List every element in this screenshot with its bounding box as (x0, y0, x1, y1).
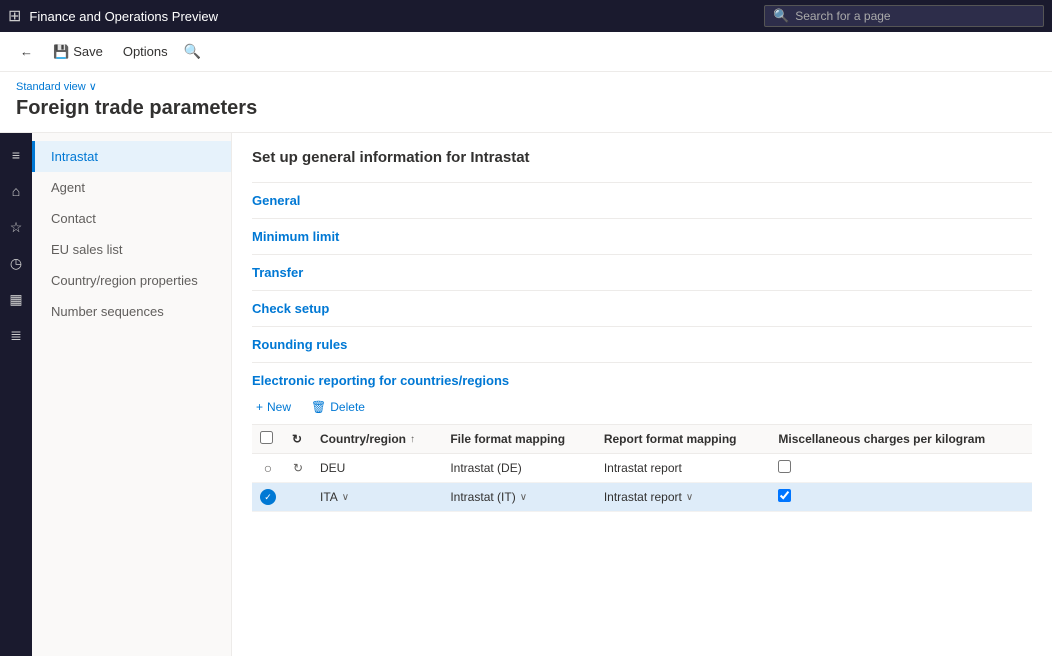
sidebar-icon-modules[interactable]: ≣ (2, 321, 30, 349)
row-file-format-1: Intrastat (DE) (442, 454, 595, 483)
content-header: Set up general information for Intrastat (252, 149, 1032, 166)
page-title: Foreign trade parameters (16, 97, 1036, 120)
search-icon: 🔍 (773, 8, 789, 24)
search-input[interactable] (795, 9, 1035, 23)
icon-sidebar: ≡ ⌂ ☆ ◷ ▦ ≣ (0, 133, 32, 656)
refresh-icon: ↻ (292, 432, 302, 446)
er-section-title: Electronic reporting for countries/regio… (252, 373, 1032, 388)
row-misc-1[interactable] (770, 454, 1032, 483)
row-report-format-2[interactable]: Intrastat report ∨ (596, 483, 771, 512)
delete-icon: 🗑 (311, 400, 326, 414)
sidebar-item-intrastat[interactable]: Intrastat (32, 141, 231, 172)
table-toolbar: + New 🗑 Delete (252, 398, 1032, 416)
section-check-setup[interactable]: Check setup (252, 290, 1032, 326)
sidebar-item-contact[interactable]: Contact (32, 203, 231, 234)
chevron-down-icon: ∨ (520, 492, 527, 503)
misc-charges-checkbox-2[interactable] (778, 489, 791, 502)
grid-icon[interactable]: ⊞ (8, 6, 21, 26)
table-row[interactable]: ✓ ITA ∨ Intrastat (IT) ∨ (252, 483, 1032, 512)
top-bar: ⊞ Finance and Operations Preview 🔍 (0, 0, 1052, 32)
section-transfer[interactable]: Transfer (252, 254, 1032, 290)
misc-charges-checkbox-1[interactable] (778, 460, 791, 473)
row-refresh-1[interactable]: ↻ (284, 454, 312, 483)
standard-view-selector[interactable]: Standard view ∨ (16, 80, 1036, 93)
sidebar-item-agent[interactable]: Agent (32, 172, 231, 203)
main-layout: ≡ ⌂ ☆ ◷ ▦ ≣ Intrastat Agent Contact EU s… (0, 133, 1052, 656)
sidebar-icon-home[interactable]: ⌂ (2, 177, 30, 205)
th-select (252, 425, 284, 454)
save-button[interactable]: 💾 Save (45, 40, 111, 64)
app-title: Finance and Operations Preview (29, 9, 756, 24)
select-all-checkbox[interactable] (260, 431, 273, 444)
search-box[interactable]: 🔍 (764, 5, 1044, 27)
er-section: Electronic reporting for countries/regio… (252, 362, 1032, 512)
section-rounding-rules[interactable]: Rounding rules (252, 326, 1032, 362)
back-button[interactable]: ← (12, 40, 41, 63)
row-select-1[interactable]: ○ (252, 454, 284, 483)
plus-icon: + (256, 400, 263, 414)
sidebar-icon-recent[interactable]: ◷ (2, 249, 30, 277)
section-general[interactable]: General (252, 182, 1032, 218)
sidebar-icon-favorites[interactable]: ☆ (2, 213, 30, 241)
th-report-format-mapping: Report format mapping (596, 425, 771, 454)
delete-button[interactable]: 🗑 Delete (307, 398, 369, 416)
sidebar-item-eu-sales-list[interactable]: EU sales list (32, 234, 231, 265)
row-file-format-2[interactable]: Intrastat (IT) ∨ (442, 483, 595, 512)
sidebar-icon-workspaces[interactable]: ▦ (2, 285, 30, 313)
chevron-down-icon: ∨ (342, 492, 349, 503)
search-cmd-icon[interactable]: 🔍 (184, 43, 201, 60)
row-refresh-2[interactable] (284, 483, 312, 512)
sort-icon: ↑ (410, 434, 415, 445)
command-bar: ← 💾 Save Options 🔍 (0, 32, 1052, 72)
row-select-2[interactable]: ✓ (252, 483, 284, 512)
row-country-2[interactable]: ITA ∨ (312, 483, 442, 512)
chevron-down-icon: ∨ (89, 80, 97, 93)
sidebar-item-country-region-properties[interactable]: Country/region properties (32, 265, 231, 296)
chevron-down-icon: ∨ (686, 492, 693, 503)
th-refresh: ↻ (284, 425, 312, 454)
er-table: ↻ Country/region ↑ File format mapping R… (252, 424, 1032, 512)
new-button[interactable]: + New (252, 398, 295, 416)
th-file-format-mapping: File format mapping (442, 425, 595, 454)
back-icon: ← (20, 44, 33, 59)
sidebar-item-number-sequences[interactable]: Number sequences (32, 296, 231, 327)
content-area: Set up general information for Intrastat… (232, 133, 1052, 656)
th-misc-charges: Miscellaneous charges per kilogram (770, 425, 1032, 454)
save-icon: 💾 (53, 44, 69, 60)
selected-indicator: ✓ (260, 489, 276, 505)
th-country-region[interactable]: Country/region ↑ (312, 425, 442, 454)
nav-sidebar: Intrastat Agent Contact EU sales list Co… (32, 133, 232, 656)
page-header: Standard view ∨ Foreign trade parameters (0, 72, 1052, 133)
radio-unchecked-icon: ○ (264, 460, 272, 476)
row-country-1: DEU (312, 454, 442, 483)
options-button[interactable]: Options (115, 40, 176, 63)
refresh-icon: ↻ (293, 461, 303, 475)
row-misc-2[interactable] (770, 483, 1032, 512)
table-row[interactable]: ○ ↻ DEU Intrastat (DE) Intrastat report (252, 454, 1032, 483)
section-minimum-limit[interactable]: Minimum limit (252, 218, 1032, 254)
sidebar-icon-menu[interactable]: ≡ (2, 141, 30, 169)
row-report-format-1: Intrastat report (596, 454, 771, 483)
